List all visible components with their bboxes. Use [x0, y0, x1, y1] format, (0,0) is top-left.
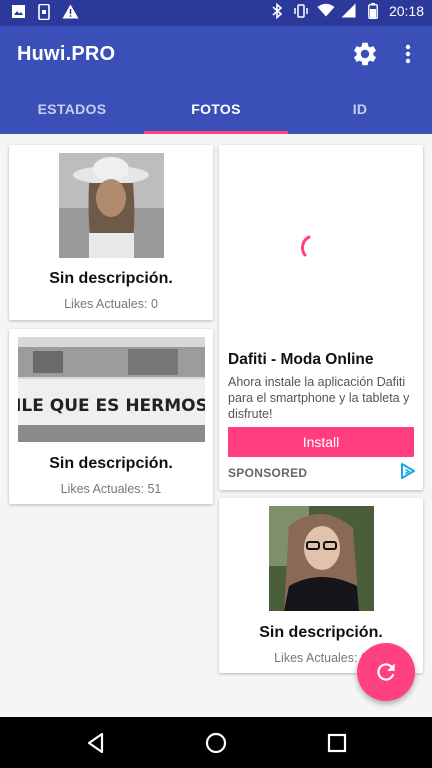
sponsored-label: SPONSORED [228, 466, 308, 480]
image-icon [10, 4, 26, 20]
tab-id[interactable]: ID [288, 92, 432, 134]
loading-spinner [297, 233, 327, 263]
photo-thumbnail[interactable] [269, 506, 374, 611]
photo-card[interactable]: DILE QUE ES HERMOSA Sin descripción. Lik… [9, 329, 213, 504]
photo-card[interactable]: Sin descripción. Likes Actuales: 0 [9, 145, 213, 320]
status-time: 20:18 [388, 3, 424, 19]
tab-fotos[interactable]: FOTOS [144, 92, 288, 134]
ad-title[interactable]: Dafiti - Moda Online [228, 351, 374, 369]
photo-caption: Sin descripción. [49, 455, 173, 472]
ad-description: Ahora instale la aplicación Dafiti para … [228, 375, 410, 421]
bluetooth-icon [269, 2, 285, 20]
vibrate-icon [293, 3, 309, 19]
wifi-icon [317, 3, 335, 19]
refresh-icon [377, 663, 395, 681]
warning-icon [62, 4, 79, 20]
app-bar: Huwi.PRO ESTADOS FOTOS ID [0, 26, 432, 134]
status-bar: 20:18 [0, 0, 432, 26]
tab-estados[interactable]: ESTADOS [0, 92, 144, 134]
app-title: Huwi.PRO [17, 43, 116, 65]
phone-icon [36, 3, 52, 21]
refresh-button[interactable] [357, 643, 415, 701]
home-icon[interactable] [204, 731, 228, 755]
photo-caption: Sin descripción. [49, 270, 173, 287]
photo-thumbnail[interactable]: DILE QUE ES HERMOSA [18, 337, 205, 442]
sponsored-ad-card[interactable]: Dafiti - Moda Online Ahora instale la ap… [219, 145, 423, 490]
cellular-icon [341, 3, 357, 19]
likes-count: Likes Actuales: 0 [64, 297, 158, 311]
system-nav-bar [0, 717, 432, 768]
more-vert-icon[interactable] [398, 42, 418, 66]
wall-graffiti-text: DILE QUE ES HERMOSA [18, 396, 205, 416]
photo-caption: Sin descripción. [259, 624, 383, 641]
likes-count: Likes Actuales: 51 [60, 482, 162, 496]
gear-icon[interactable] [351, 40, 379, 68]
adchoices-icon[interactable] [399, 462, 417, 480]
back-icon[interactable] [84, 731, 108, 755]
photo-thumbnail[interactable] [59, 153, 164, 258]
install-button[interactable]: Install [228, 427, 414, 457]
battery-icon [365, 3, 381, 19]
tab-bar: ESTADOS FOTOS ID [0, 92, 432, 134]
recents-icon[interactable] [325, 731, 349, 755]
